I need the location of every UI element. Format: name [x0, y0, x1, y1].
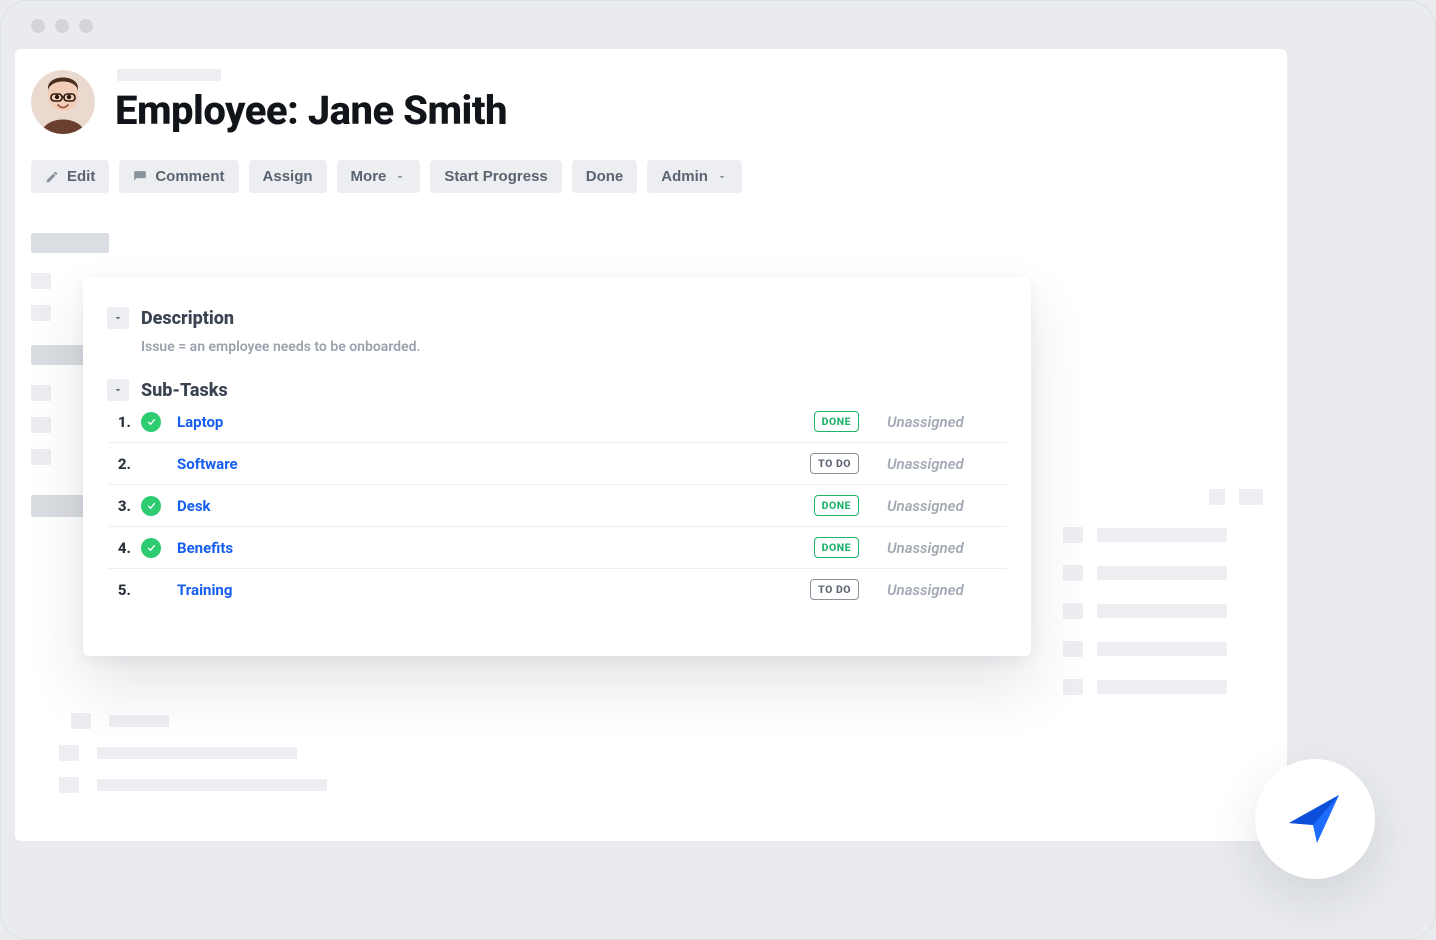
- chevron-down-icon: [112, 312, 124, 324]
- status-badge: TO DO: [810, 453, 859, 474]
- comment-label: Comment: [155, 168, 224, 185]
- right-sidebar-skeleton: [1063, 489, 1263, 717]
- assignee-label: Unassigned: [887, 581, 1007, 599]
- start-progress-label: Start Progress: [444, 168, 547, 185]
- subtask-link[interactable]: Training: [177, 581, 232, 599]
- subtask-number: 5.: [109, 581, 131, 599]
- check-circle-icon: [141, 538, 161, 558]
- done-label: Done: [586, 168, 624, 185]
- more-icon-placeholder: [1239, 489, 1263, 505]
- edit-label: Edit: [67, 168, 95, 185]
- action-toolbar: Edit Comment Assign More Start Progress …: [15, 134, 1287, 193]
- breadcrumb-placeholder: [117, 69, 221, 81]
- detail-card: Description Issue = an employee needs to…: [83, 277, 1031, 656]
- subtask-link[interactable]: Laptop: [177, 413, 223, 431]
- comment-button[interactable]: Comment: [119, 160, 238, 193]
- subtask-row[interactable]: 5. Training TO DO Unassigned: [109, 569, 1007, 610]
- edit-button[interactable]: Edit: [31, 160, 109, 193]
- start-progress-button[interactable]: Start Progress: [430, 160, 561, 193]
- subtask-row[interactable]: 1. Laptop DONE Unassigned: [109, 401, 1007, 443]
- assignee-label: Unassigned: [887, 539, 1007, 557]
- assign-button[interactable]: Assign: [249, 160, 327, 193]
- more-label: More: [351, 168, 387, 185]
- assign-label: Assign: [263, 168, 313, 185]
- admin-button[interactable]: Admin: [647, 160, 742, 193]
- page-title: Employee: Jane Smith: [115, 87, 507, 134]
- brand-paper-plane-icon: [1283, 787, 1347, 851]
- subtasks-list: 1. Laptop DONE Unassigned 2. Software TO DO Una…: [107, 401, 1007, 610]
- comment-icon: [133, 170, 147, 184]
- more-button[interactable]: More: [337, 160, 421, 193]
- check-circle-icon: [141, 496, 161, 516]
- status-badge: DONE: [814, 495, 859, 516]
- subtask-number: 3.: [109, 497, 131, 515]
- description-text: Issue = an employee needs to be onboarde…: [141, 339, 1007, 355]
- subtask-link[interactable]: Software: [177, 455, 238, 473]
- assignee-label: Unassigned: [887, 455, 1007, 473]
- subtasks-heading: Sub-Tasks: [141, 380, 228, 401]
- subtask-link[interactable]: Desk: [177, 497, 211, 515]
- status-badge: DONE: [814, 411, 859, 432]
- traffic-light-close[interactable]: [31, 19, 45, 33]
- admin-label: Admin: [661, 168, 708, 185]
- subtask-row[interactable]: 4. Benefits DONE Unassigned: [109, 527, 1007, 569]
- subtask-number: 4.: [109, 539, 131, 557]
- brand-fab[interactable]: [1255, 759, 1375, 879]
- subtask-row[interactable]: 3. Desk DONE Unassigned: [109, 485, 1007, 527]
- traffic-light-zoom[interactable]: [79, 19, 93, 33]
- chevron-down-icon: [716, 171, 728, 183]
- pencil-icon: [45, 170, 59, 184]
- add-icon-placeholder: [1209, 489, 1225, 505]
- check-circle-empty: [141, 454, 161, 474]
- assignee-label: Unassigned: [887, 413, 1007, 431]
- done-button[interactable]: Done: [572, 160, 638, 193]
- check-circle-empty: [141, 580, 161, 600]
- chevron-down-icon: [112, 384, 124, 396]
- subtask-link[interactable]: Benefits: [177, 539, 233, 557]
- chevron-down-icon: [394, 171, 406, 183]
- check-circle-icon: [141, 412, 161, 432]
- employee-avatar: [31, 70, 95, 134]
- subtask-row[interactable]: 2. Software TO DO Unassigned: [109, 443, 1007, 485]
- assignee-label: Unassigned: [887, 497, 1007, 515]
- traffic-light-minimize[interactable]: [55, 19, 69, 33]
- subtasks-section: Sub-Tasks 1. Laptop DONE Unassigned 2. Softwa…: [107, 379, 1007, 610]
- status-badge: DONE: [814, 537, 859, 558]
- window-controls: [31, 19, 93, 33]
- collapse-toggle-description[interactable]: [107, 307, 129, 329]
- description-heading: Description: [141, 308, 234, 329]
- page-header: Employee: Jane Smith: [15, 69, 1287, 134]
- subtask-number: 2.: [109, 455, 131, 473]
- status-badge: TO DO: [810, 579, 859, 600]
- description-section: Description Issue = an employee needs to…: [107, 307, 1007, 355]
- subtask-number: 1.: [109, 413, 131, 431]
- app-frame: Employee: Jane Smith Edit Comment Assign…: [0, 0, 1436, 940]
- collapse-toggle-subtasks[interactable]: [107, 379, 129, 401]
